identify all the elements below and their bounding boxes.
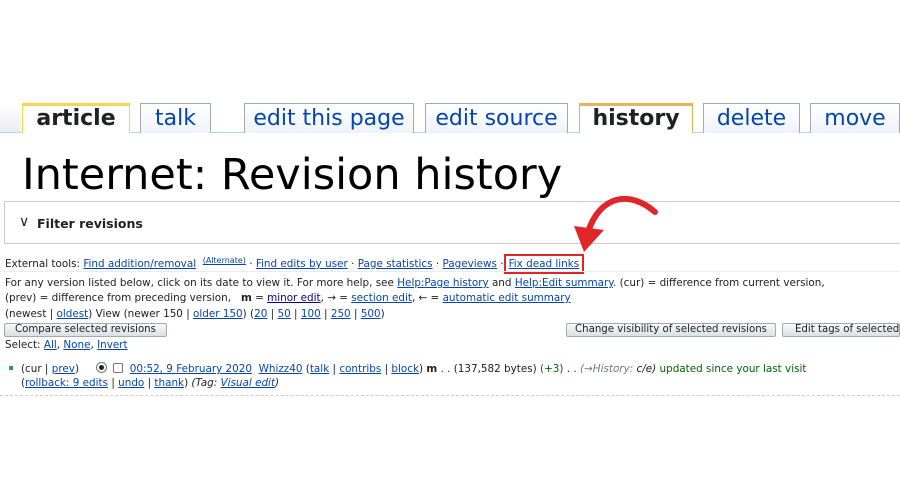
change-visibility-button[interactable]: Change visibility of selected revisions (566, 323, 776, 337)
page-size-20-link[interactable]: 20 (254, 308, 267, 320)
user-talk-link[interactable]: talk (310, 363, 329, 375)
compare-selected-revisions-button[interactable]: Compare selected revisions (4, 323, 167, 337)
updated-since-last-visit: updated since your last visit (659, 363, 807, 375)
page-size-50-link[interactable]: 50 (277, 308, 290, 320)
pageviews-link[interactable]: Pageviews (442, 258, 497, 270)
chevron-down-icon: ∨ (19, 214, 30, 230)
automatic-edit-summary-link[interactable]: automatic edit summary (443, 292, 571, 304)
find-addition-removal-link[interactable]: Find addition/removal (83, 258, 196, 270)
help-text: For any version listed below, click on i… (5, 277, 394, 289)
alternate-link[interactable]: (Alternate) (203, 256, 246, 265)
paging-separator: | (324, 308, 328, 320)
tab-delete[interactable]: delete (703, 103, 800, 133)
tag-prefix: (Tag: (191, 377, 218, 389)
edit-tags-button[interactable]: Edit tags of selected r (782, 323, 900, 337)
user-contribs-link[interactable]: contribs (339, 363, 381, 375)
tab-edit-source[interactable]: edit source (425, 103, 568, 133)
help-text: and (491, 277, 512, 289)
select-revision-checkbox[interactable] (113, 363, 124, 373)
section-edit-link[interactable]: section edit (351, 292, 412, 304)
help-line-1: For any version listed below, click on i… (5, 277, 825, 289)
separator: | (111, 377, 115, 389)
separator: · (249, 258, 253, 270)
older-150-link[interactable]: older 150 (193, 308, 243, 320)
find-edits-by-user-link[interactable]: Find edits by user (256, 258, 348, 270)
paging-text: ) ( (242, 308, 255, 320)
help-text: (prev) = difference from preceding versi… (5, 292, 232, 304)
tag-close: ) (275, 377, 280, 389)
tab-talk[interactable]: talk (140, 103, 211, 133)
paren-text: ) (74, 363, 79, 375)
filter-revisions-label: Filter revisions (37, 216, 143, 231)
select-none-link[interactable]: None (63, 339, 90, 351)
page-size-250-link[interactable]: 250 (331, 308, 351, 320)
section-link[interactable]: (→History: (580, 363, 633, 375)
tab-edit-this-page[interactable]: edit this page (244, 103, 414, 133)
minor-edit-marker: m (426, 363, 438, 375)
help-text: , → = (320, 292, 348, 304)
revision-size: . . (137,582 bytes) (440, 363, 537, 375)
cur-text: (cur | (21, 363, 49, 375)
separator: | (147, 377, 152, 389)
paging-text: (newest | (5, 308, 54, 320)
tab-move[interactable]: move (810, 103, 900, 133)
thank-link[interactable]: thank (154, 377, 184, 389)
page-statistics-link[interactable]: Page statistics (358, 258, 433, 270)
minor-edit-link[interactable]: minor edit (267, 292, 320, 304)
separator: · (351, 258, 355, 270)
undo-link[interactable]: undo (118, 377, 144, 389)
user-link[interactable]: Whizz40 (259, 363, 303, 375)
external-tools-prefix: External tools: (5, 258, 81, 270)
help-page-history-link[interactable]: Help:Page history (397, 277, 488, 289)
help-line-2: (prev) = difference from preceding versi… (5, 292, 571, 304)
prev-link[interactable]: prev (52, 363, 75, 375)
paging-text: ) View (newer 150 | (88, 308, 190, 320)
page-size-100-link[interactable]: 100 (301, 308, 321, 320)
revision-date-link[interactable]: 00:52, 9 February 2020 (130, 363, 252, 375)
revision-line-1: (cur | prev) 00:52, 9 February 2020 Whiz… (21, 362, 807, 375)
revision-line-2: (rollback: 9 edits | undo | thank) (Tag:… (21, 377, 280, 389)
rollback-link[interactable]: rollback: 9 edits (25, 377, 108, 389)
separator: · (435, 258, 440, 270)
separator: | (332, 363, 337, 375)
select-prefix: Select: (5, 339, 41, 351)
help-edit-summary-link[interactable]: Help:Edit summary (515, 277, 613, 289)
diff-radio-button[interactable] (95, 362, 107, 373)
edit-summary: c/e) (636, 363, 657, 375)
user-block-link[interactable]: block (391, 363, 419, 375)
paging-separator: | (270, 308, 275, 320)
tab-bar-shade (0, 103, 21, 133)
divider (0, 271, 900, 272)
separator: | (384, 363, 389, 375)
paging-text: ) (380, 308, 385, 320)
help-text: , ← = (411, 292, 440, 304)
minor-edit-marker: m (240, 292, 252, 304)
tab-history[interactable]: history (579, 103, 693, 133)
tab-article[interactable]: article (22, 103, 130, 133)
select-invert-link[interactable]: Invert (97, 339, 128, 351)
help-text: = (255, 292, 264, 304)
tab-bar: article talk edit this page edit source … (0, 103, 900, 133)
oldest-link[interactable]: oldest (57, 308, 89, 320)
bullet-icon (9, 366, 13, 370)
select-all-link[interactable]: All (44, 339, 57, 351)
help-text: . (cur) = difference from current versio… (612, 277, 825, 289)
paging-separator: | (294, 308, 298, 320)
select-line: Select: All, None, Invert (5, 339, 128, 351)
paging-line: (newest | oldest) View (newer 150 | olde… (5, 308, 385, 320)
red-arrow-annotation (574, 195, 658, 252)
revision-row: (cur | prev) 00:52, 9 February 2020 Whiz… (0, 355, 900, 396)
visual-edit-tag-link[interactable]: Visual edit (221, 377, 276, 389)
size-diff: (+3) (540, 363, 564, 375)
filter-revisions-panel[interactable]: ∨ Filter revisions (4, 201, 900, 244)
fix-dead-links-link[interactable]: Fix dead links (509, 258, 580, 270)
external-tools-line: External tools: Find addition/removal (A… (5, 254, 585, 274)
page-title: Internet: Revision history (22, 150, 563, 200)
page-size-500-link[interactable]: 500 (361, 308, 381, 320)
dots-text: . . (566, 363, 577, 375)
paging-separator: | (353, 308, 358, 320)
